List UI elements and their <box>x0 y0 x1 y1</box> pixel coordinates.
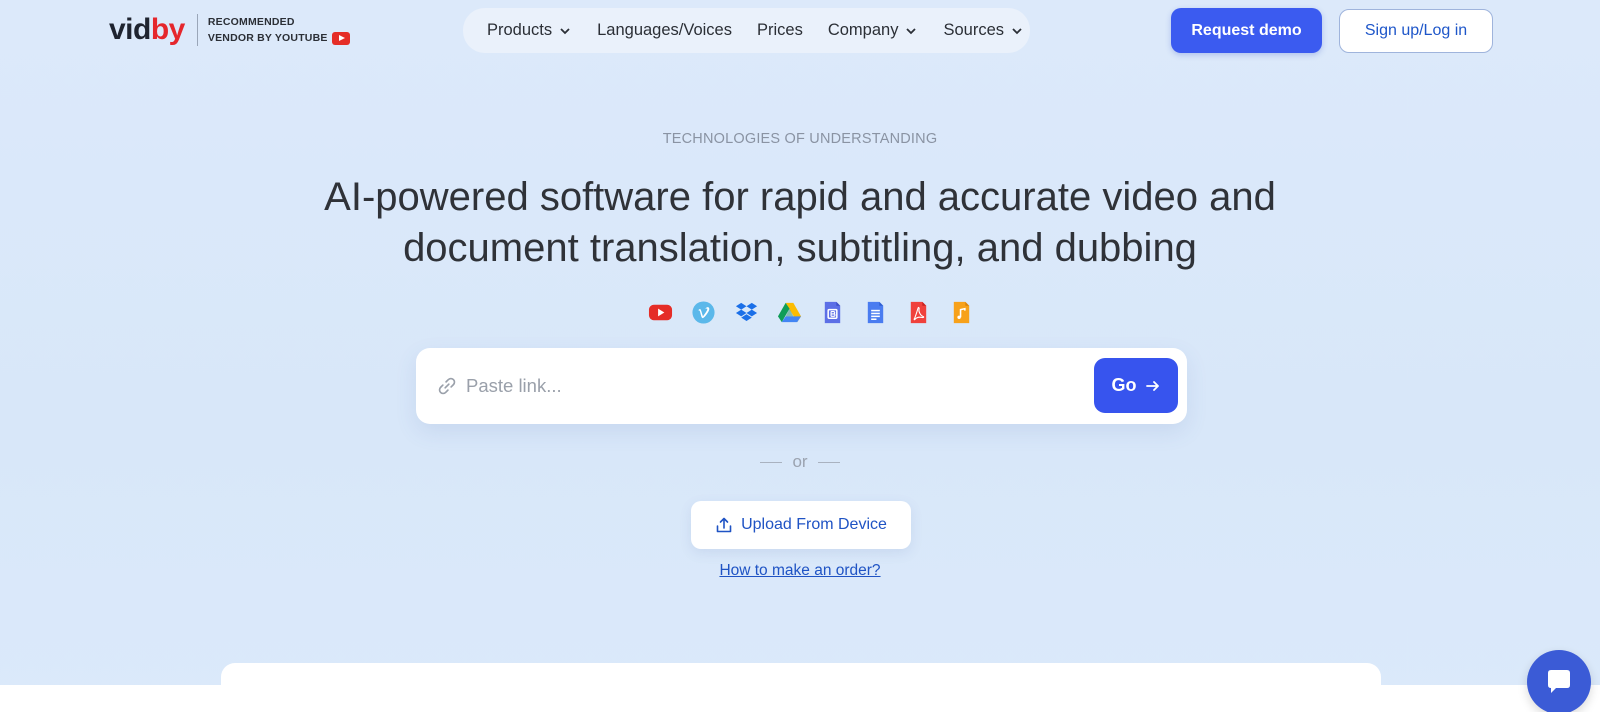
google-docs-icon <box>867 301 884 324</box>
dropbox-icon <box>735 302 758 321</box>
upload-icon <box>716 517 732 533</box>
tagline-line1: RECOMMENDED <box>207 16 295 28</box>
paste-link-input[interactable] <box>466 368 1066 404</box>
logo-by-text: by <box>150 13 186 46</box>
hero-eyebrow: TECHNOLOGIES OF UNDERSTANDING <box>662 131 938 147</box>
nav-item-label: Products <box>487 21 553 39</box>
go-button[interactable]: Go <box>1094 358 1178 413</box>
google-slides-icon <box>824 301 841 324</box>
youtube-icon <box>648 304 673 321</box>
or-divider: or <box>0 452 1600 472</box>
chevron-down-icon <box>560 27 570 34</box>
logo-divider <box>196 14 198 46</box>
chat-icon <box>1548 670 1570 693</box>
pdf-icon <box>910 301 927 324</box>
main-nav: Products Languages/Voices Prices Company… <box>463 8 1030 53</box>
logo-wordmark: vidby <box>109 15 185 45</box>
nav-item-company[interactable]: Company <box>828 21 919 40</box>
nav-item-sources[interactable]: Sources <box>943 21 1024 40</box>
upload-from-device-button[interactable]: Upload From Device <box>691 501 911 549</box>
logo-vid-text: vid <box>109 13 151 46</box>
signup-login-button[interactable]: Sign up/Log in <box>1339 9 1493 53</box>
go-button-label: Go <box>1111 375 1137 395</box>
divider-line <box>817 461 840 463</box>
audio-file-icon <box>953 301 970 324</box>
headline-line2: document translation, subtitling, and du… <box>403 226 1197 270</box>
nav-item-languages-voices[interactable]: Languages/Voices <box>597 21 732 40</box>
nav-item-label: Languages/Voices <box>597 21 732 39</box>
chat-widget-button[interactable] <box>1527 650 1591 712</box>
or-text: or <box>792 452 808 471</box>
source-icons-row <box>648 300 974 325</box>
logo[interactable]: vidby RECOMMENDED VENDOR BY YOUTUBE <box>109 14 350 46</box>
content-card <box>221 663 1381 712</box>
nav-item-label: Prices <box>757 21 803 39</box>
google-drive-icon <box>777 302 802 323</box>
arrow-right-icon <box>1145 380 1159 391</box>
hero-headline: AI-powered software for rapid and accura… <box>0 172 1600 274</box>
howto-wrapper: How to make an order? <box>0 562 1600 580</box>
nav-item-products[interactable]: Products <box>487 21 572 40</box>
tagline-line2: VENDOR BY YOUTUBE <box>207 32 328 44</box>
logo-tagline: RECOMMENDED VENDOR BY YOUTUBE <box>208 14 350 46</box>
link-icon <box>438 377 456 395</box>
request-demo-button[interactable]: Request demo <box>1171 8 1322 53</box>
divider-line <box>760 461 783 463</box>
nav-item-prices[interactable]: Prices <box>757 21 803 40</box>
nav-item-label: Company <box>827 21 899 39</box>
how-to-order-link[interactable]: How to make an order? <box>719 562 880 579</box>
vimeo-icon <box>692 301 715 324</box>
youtube-badge-icon <box>331 31 350 45</box>
headline-line1: AI-powered software for rapid and accura… <box>324 175 1276 219</box>
chevron-down-icon <box>1012 27 1022 34</box>
upload-button-label: Upload From Device <box>741 516 887 533</box>
nav-item-label: Sources <box>943 21 1004 39</box>
chevron-down-icon <box>906 27 917 34</box>
paste-link-form: Go <box>416 348 1187 424</box>
